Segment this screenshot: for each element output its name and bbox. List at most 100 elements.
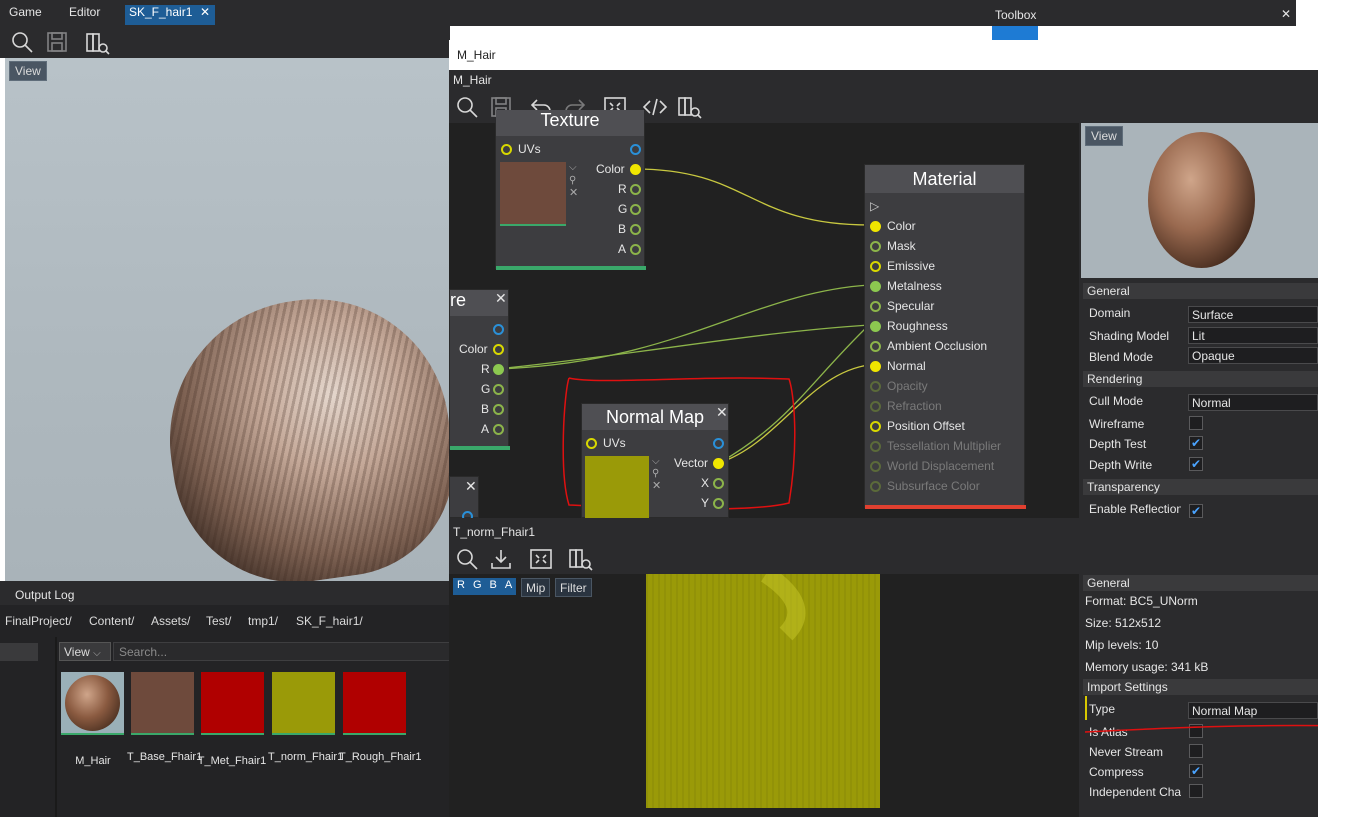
b-pin[interactable]	[630, 224, 641, 235]
fit-view-icon[interactable]	[529, 548, 553, 570]
input-pin[interactable]	[870, 381, 881, 392]
exec-arrow-icon[interactable]: ▷	[870, 199, 879, 213]
uvs-pin[interactable]	[501, 144, 512, 155]
close-icon[interactable]: ✕	[200, 5, 210, 19]
tab-sk-f-hair1[interactable]: SK_F_hair1 ✕	[125, 5, 215, 25]
b-pin[interactable]	[493, 404, 504, 415]
search-icon[interactable]: ⚲	[569, 175, 576, 186]
breadcrumb-item[interactable]: Assets/	[151, 614, 190, 628]
a-pin[interactable]	[493, 424, 504, 435]
section-header-general[interactable]: General	[1083, 283, 1320, 299]
depth-test-checkbox[interactable]: ✔	[1189, 436, 1203, 450]
output-log-tab[interactable]: Output Log	[15, 588, 74, 602]
asset-thumbnail-t-met[interactable]	[201, 672, 264, 734]
normal-map-node[interactable]: Normal Map ✕ UVs ⌵ ⚲ ✕ Vector X Y	[581, 403, 729, 518]
input-pin[interactable]	[870, 461, 881, 472]
material-output-node[interactable]: Material ▷ Color Mask Emissive Metalness…	[864, 164, 1026, 509]
content-view-dropdown[interactable]: View ⌵	[59, 642, 111, 661]
blend-mode-dropdown[interactable]: Opaque	[1188, 347, 1318, 364]
splitter[interactable]	[55, 637, 57, 817]
node-partial[interactable]: ✕	[449, 476, 479, 522]
input-pin[interactable]	[870, 321, 881, 332]
texture-type-dropdown[interactable]: Normal Map	[1188, 702, 1318, 719]
r-pin[interactable]	[630, 184, 641, 195]
breadcrumb-item[interactable]: SK_F_hair1/	[296, 614, 363, 628]
input-pin[interactable]	[870, 481, 881, 492]
breadcrumb-item[interactable]: Content/	[89, 614, 134, 628]
color-pin[interactable]	[630, 164, 641, 175]
mip-button[interactable]: Mip	[521, 578, 551, 597]
toolbox-select-button[interactable]	[992, 26, 1038, 40]
asset-thumbnail-m-hair[interactable]	[61, 672, 124, 734]
color-pin[interactable]	[493, 344, 504, 355]
material-tab-label[interactable]: M_Hair	[453, 73, 492, 87]
chevron-down-icon[interactable]: ⌵	[652, 456, 660, 467]
material-window-title[interactable]: M_Hair	[449, 40, 1318, 70]
vector-pin[interactable]	[713, 458, 724, 469]
input-pin[interactable]	[870, 341, 881, 352]
section-header-import-settings[interactable]: Import Settings	[1083, 679, 1320, 695]
close-icon[interactable]: ✕	[495, 290, 507, 307]
filter-button[interactable]: Filter	[555, 578, 592, 597]
cull-mode-dropdown[interactable]: Normal	[1188, 394, 1318, 411]
section-header-transparency[interactable]: Transparency	[1083, 479, 1320, 495]
depth-write-checkbox[interactable]: ✔	[1189, 457, 1203, 471]
docs-icon[interactable]	[677, 95, 703, 120]
uvs-pin[interactable]	[586, 438, 597, 449]
never-stream-checkbox[interactable]	[1189, 744, 1203, 758]
channel-g-toggle[interactable]: G	[468, 578, 486, 595]
search-icon[interactable]	[11, 31, 33, 53]
texture-node-2[interactable]: re ✕ Color R G B A	[449, 289, 510, 450]
input-pin[interactable]	[870, 441, 881, 452]
source-code-icon[interactable]	[642, 96, 668, 118]
input-pin[interactable]	[870, 221, 881, 232]
y-pin[interactable]	[713, 498, 724, 509]
wireframe-checkbox[interactable]	[1189, 416, 1203, 430]
save-icon[interactable]	[46, 31, 68, 53]
docs-icon[interactable]	[85, 31, 110, 55]
enable-reflections-checkbox[interactable]: ✔	[1189, 504, 1203, 518]
preview-view-button[interactable]: View	[1085, 126, 1123, 146]
shading-model-dropdown[interactable]: Lit	[1188, 327, 1318, 344]
channel-r-toggle[interactable]: R	[453, 578, 469, 595]
breadcrumb-item[interactable]: tmp1/	[248, 614, 278, 628]
close-icon[interactable]: ✕	[652, 479, 661, 492]
asset-thumbnail-t-norm[interactable]	[272, 672, 335, 734]
search-icon[interactable]: ⚲	[652, 468, 659, 479]
close-icon[interactable]: ✕	[716, 404, 728, 421]
import-icon[interactable]	[490, 548, 512, 570]
input-pin[interactable]	[870, 361, 881, 372]
output-pin[interactable]	[493, 324, 504, 335]
search-icon[interactable]	[456, 96, 478, 118]
search-icon[interactable]	[456, 548, 478, 570]
input-pin[interactable]	[870, 261, 881, 272]
a-pin[interactable]	[630, 244, 641, 255]
input-pin[interactable]	[870, 301, 881, 312]
close-icon[interactable]: ✕	[569, 186, 578, 199]
chevron-down-icon[interactable]: ⌵	[569, 162, 577, 173]
input-pin[interactable]	[870, 401, 881, 412]
asset-thumbnail-t-base[interactable]	[131, 672, 194, 734]
tab-game[interactable]: Game	[9, 5, 42, 19]
close-icon[interactable]: ✕	[465, 478, 477, 495]
section-header-general[interactable]: General	[1083, 575, 1320, 591]
section-header-rendering[interactable]: Rendering	[1083, 371, 1320, 387]
channel-b-toggle[interactable]: B	[485, 578, 501, 595]
tab-editor[interactable]: Editor	[69, 5, 100, 19]
output-pin[interactable]	[630, 144, 641, 155]
output-pin[interactable]	[713, 438, 724, 449]
input-pin[interactable]	[870, 281, 881, 292]
texture-node[interactable]: Texture UVs ⌵ ⚲ ✕ Color R G B A	[495, 110, 646, 270]
input-pin[interactable]	[870, 421, 881, 432]
viewport-view-button[interactable]: View	[9, 61, 47, 81]
g-pin[interactable]	[630, 204, 641, 215]
texture-window-title[interactable]: T_norm_Fhair1	[453, 525, 535, 539]
input-pin[interactable]	[870, 241, 881, 252]
breadcrumb-item[interactable]: Test/	[206, 614, 231, 628]
independent-channels-checkbox[interactable]	[1189, 784, 1203, 798]
domain-dropdown[interactable]: Surface	[1188, 306, 1318, 323]
x-pin[interactable]	[713, 478, 724, 489]
g-pin[interactable]	[493, 384, 504, 395]
content-search-input[interactable]: Search...	[113, 642, 450, 661]
folder-tree-item[interactable]	[0, 643, 38, 661]
